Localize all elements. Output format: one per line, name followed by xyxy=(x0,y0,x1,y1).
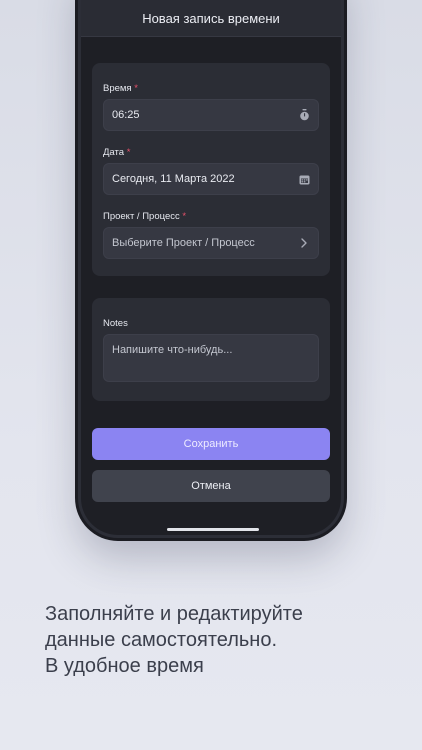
caption-line: Заполняйте и редактируйте xyxy=(45,603,303,625)
notes-card: Notes Напишите что-нибудь... xyxy=(92,298,330,401)
nav-bar: Новая запись времени xyxy=(81,0,341,37)
app-screen: Новая запись времени Время * 06:25 Дата xyxy=(81,0,341,535)
notes-label: Notes xyxy=(103,318,128,329)
home-indicator xyxy=(167,528,259,531)
required-fields-card: Время * 06:25 Дата * Сегодня, 11 Марта 2… xyxy=(92,63,330,276)
date-field[interactable]: Сегодня, 11 Марта 2022 xyxy=(103,163,319,195)
required-mark: * xyxy=(134,83,138,94)
date-value: Сегодня, 11 Марта 2022 xyxy=(112,173,235,185)
calendar-icon[interactable] xyxy=(298,173,310,185)
caption-line: данные самостоятельно. xyxy=(45,629,278,651)
required-mark: * xyxy=(182,211,187,222)
time-label: Время * xyxy=(103,83,138,94)
project-label: Проект / Процесс * xyxy=(103,211,187,222)
page-title: Новая запись времени xyxy=(142,10,280,26)
time-field[interactable]: 06:25 xyxy=(103,99,319,131)
cancel-button[interactable]: Отмена xyxy=(92,470,330,502)
time-value: 06:25 xyxy=(112,109,140,121)
required-mark: * xyxy=(126,147,131,158)
stopwatch-icon[interactable] xyxy=(298,109,310,121)
notes-textarea[interactable]: Напишите что-нибудь... xyxy=(103,334,319,382)
promo-caption: Заполняйте и редактируйте данные самосто… xyxy=(45,601,303,679)
date-label: Дата * xyxy=(103,147,131,158)
save-button[interactable]: Сохранить xyxy=(92,428,330,460)
project-placeholder: Выберите Проект / Процесс xyxy=(112,237,255,249)
chevron-right-icon xyxy=(298,237,310,249)
caption-line: В удобное время xyxy=(45,655,204,677)
project-select[interactable]: Выберите Проект / Процесс xyxy=(103,227,319,259)
phone-frame: Новая запись времени Время * 06:25 Дата xyxy=(78,0,344,538)
